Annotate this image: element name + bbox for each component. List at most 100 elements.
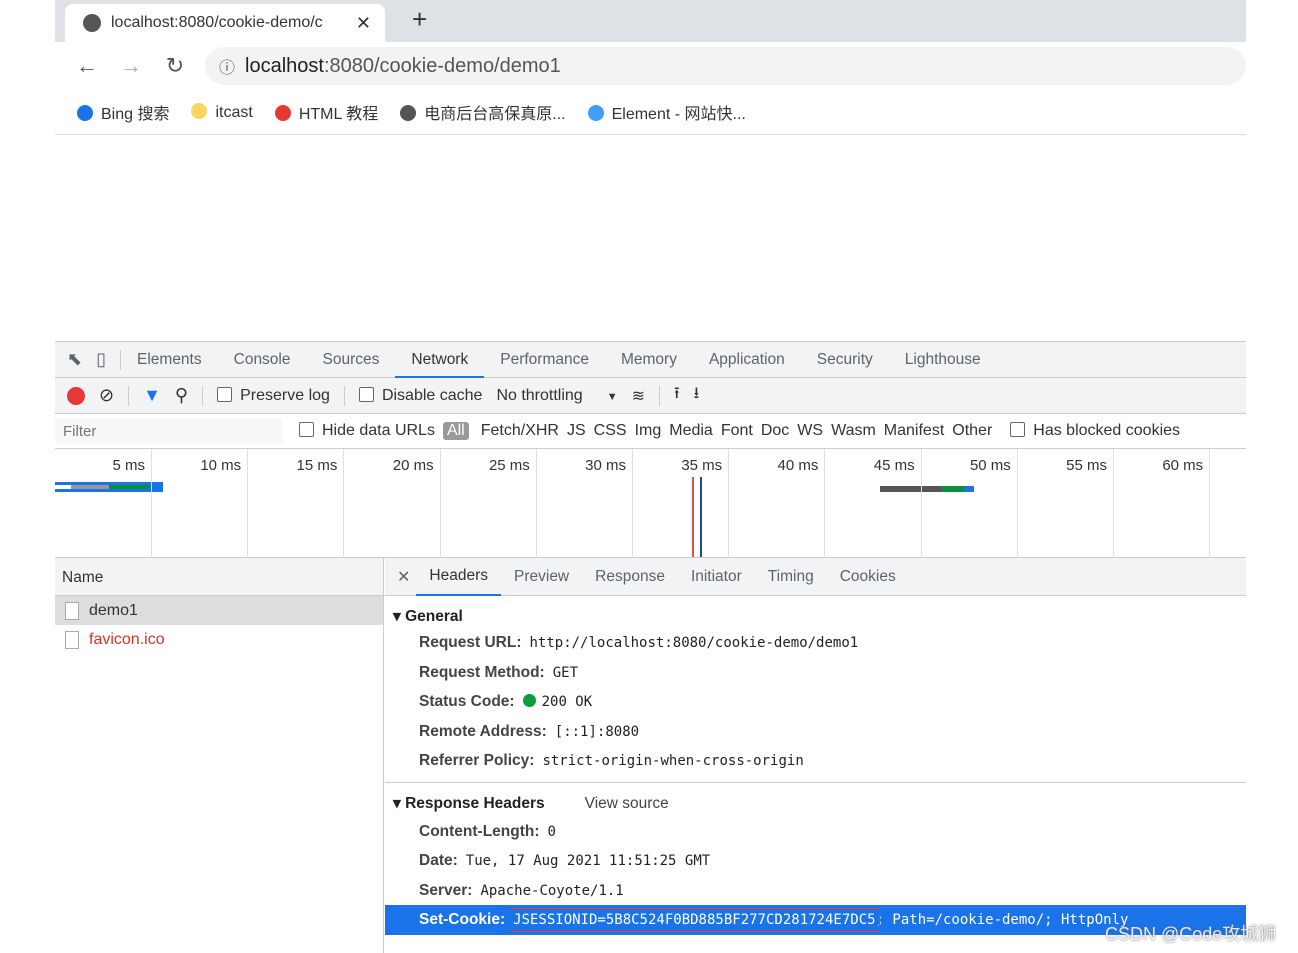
request-row[interactable]: demo1 [55,596,383,625]
header-value: 0 [547,823,556,840]
tab-application[interactable]: Application [693,342,801,378]
timeline-tick-label: 25 ms [488,457,530,474]
timeline-gridline [1016,449,1018,558]
detail-tab-preview[interactable]: Preview [501,559,582,595]
clear-icon[interactable]: ⊘ [99,385,114,406]
timeline-gridline [920,449,922,558]
label: Has blocked cookies [1033,422,1181,439]
load-line [700,477,702,557]
filter-type-ws[interactable]: WS [793,422,827,440]
tab-memory[interactable]: Memory [605,342,693,378]
url-input[interactable]: ⓘ localhost:8080/cookie-demo/demo1 [205,47,1246,85]
browser-tab[interactable]: localhost:8080/cookie-demo/c ✕ [65,4,385,42]
header-row[interactable]: Request URL: http://localhost:8080/cookie… [385,628,1246,658]
filter-type-css[interactable]: CSS [590,422,631,440]
header-value: GET [552,664,579,681]
timeline-tick-label: 35 ms [681,457,723,474]
has-blocked-cookies-checkbox[interactable]: Has blocked cookies [1010,422,1180,440]
throttling-select[interactable]: No throttling ▼ [496,387,617,405]
bookmark-icon [587,105,604,121]
hide-data-urls-checkbox[interactable]: Hide data URLs [299,422,435,440]
filter-type-fetchxhr[interactable]: Fetch/XHR [477,422,563,440]
timeline-tick-label: 40 ms [777,457,819,474]
forward-icon[interactable]: → [119,53,143,79]
reload-icon[interactable]: ↻ [163,53,187,79]
detail-tab-timing[interactable]: Timing [755,559,827,595]
filter-type-media[interactable]: Media [665,422,717,440]
header-row[interactable]: Referrer Policy: strict-origin-when-cross… [385,746,1246,776]
header-row[interactable]: Date: Tue, 17 Aug 2021 11:51:25 GMT [385,846,1246,876]
header-name: Server: [419,881,473,899]
header-value: Tue, 17 Aug 2021 11:51:25 GMT [465,853,711,869]
preserve-log-checkbox[interactable]: Preserve log [217,386,330,405]
filter-type-manifest[interactable]: Manifest [880,422,948,440]
filter-type-img[interactable]: Img [631,422,666,440]
bookmark-item[interactable]: 电商后台高保真原... [400,100,566,124]
timeline-gridline [535,449,537,558]
wifi-settings-icon[interactable]: ≋ [632,386,645,406]
header-row[interactable]: Content-Length: 0 [385,817,1246,847]
import-icon[interactable]: ⭱ [674,382,680,409]
general-section[interactable]: ▾ General [385,596,1246,628]
inspect-icon[interactable]: ⬉ [67,349,82,370]
request-name: demo1 [89,602,138,619]
disable-cache-checkbox[interactable]: Disable cache [358,386,482,405]
tab-network[interactable]: Network [395,342,485,378]
filter-type-wasm[interactable]: Wasm [827,422,880,440]
tab-elements[interactable]: Elements [121,342,218,378]
header-name: Referrer Policy: [419,752,535,769]
header-value: 200 OK [541,694,593,710]
timeline-tick-label: 5 ms [112,457,145,474]
search-icon[interactable]: ⚲ [175,385,188,406]
filter-type-js[interactable]: JS [563,422,590,440]
header-row[interactable]: Request Method: GET [385,658,1246,688]
network-overview-timeline[interactable]: 5 ms 10 ms 15 ms 20 ms 25 ms 30 ms 35 ms 40 ms 4… [55,449,1246,558]
response-headers-section[interactable]: ▾ Response Headers View source [385,783,1246,815]
bookmark-item[interactable]: itcast [191,102,253,122]
filter-type-font[interactable]: Font [717,422,757,440]
view-source-link[interactable]: View source [585,795,669,812]
filter-input[interactable] [55,418,283,444]
export-icon[interactable]: ⭳ [694,382,700,409]
tab-sources[interactable]: Sources [307,342,396,378]
tab-performance[interactable]: Performance [484,342,605,378]
bookmark-label: Element - 网站快... [611,106,746,123]
tab-console[interactable]: Console [218,342,307,378]
record-icon[interactable] [67,386,85,405]
bookmark-icon [77,105,93,121]
back-icon[interactable]: ← [75,53,99,79]
detail-tab-cookies[interactable]: Cookies [827,559,909,595]
header-name: Date: [419,852,458,869]
filter-icon[interactable]: ▼ [143,385,161,406]
document-icon [65,630,79,649]
timeline-tick-label: 30 ms [585,457,626,474]
bookmark-icon [274,105,291,121]
device-icon[interactable]: ▯ [96,349,106,370]
bookmark-item[interactable]: HTML 教程 [274,100,378,124]
request-row[interactable]: favicon.ico [55,625,383,654]
bookmark-item[interactable]: Bing 搜索 [77,100,169,124]
filter-type-doc[interactable]: Doc [757,422,793,440]
header-name: Request Method: [419,663,545,681]
filter-type-other[interactable]: Other [948,422,996,440]
detail-tab-initiator[interactable]: Initiator [678,559,755,595]
timeline-gridline [247,449,249,558]
timeline-gridline [824,449,826,558]
header-row[interactable]: Status Code: 200 OK [385,687,1246,717]
bookmark-label: Bing 搜索 [101,106,170,123]
tab-lighthouse[interactable]: Lighthouse [889,342,997,378]
header-row[interactable]: Remote Address: [::1]:8080 [385,717,1246,747]
bookmark-label: 电商后台高保真原... [424,106,566,123]
bookmark-item[interactable]: Element - 网站快... [587,100,746,124]
name-column-header[interactable]: Name [55,558,383,596]
close-tab-icon[interactable]: ✕ [356,13,371,34]
header-row[interactable]: Server: Apache-Coyote/1.1 [385,876,1246,906]
close-details-icon[interactable]: ✕ [385,567,416,587]
tab-security[interactable]: Security [801,342,889,378]
detail-tab-response[interactable]: Response [582,559,678,595]
filter-type-all[interactable]: All [442,422,469,440]
devtools-tabs: ⬉ ▯ Elements Console Sources Network Perform… [55,342,1246,378]
detail-tab-headers[interactable]: Headers [416,558,501,596]
network-toolbar: ⊘ ▼ ⚲ Preserve log Disable cache No thro… [55,378,1246,414]
new-tab-button[interactable]: + [412,4,427,35]
